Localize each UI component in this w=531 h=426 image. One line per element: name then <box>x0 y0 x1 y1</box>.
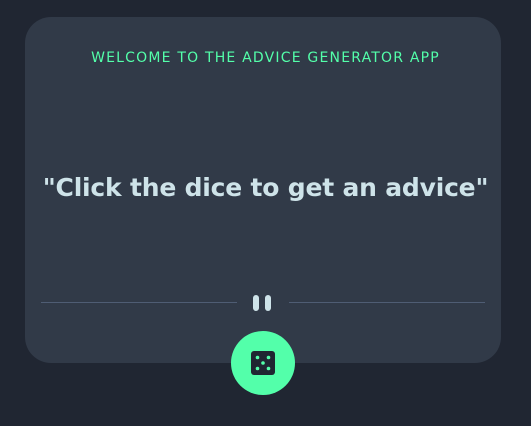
pause-icon <box>253 295 273 311</box>
pause-bar-right <box>265 295 271 311</box>
dice-icon <box>251 351 275 375</box>
dice-button[interactable] <box>231 331 295 395</box>
advice-heading: WELCOME TO THE ADVICE GENERATOR APP <box>91 50 440 66</box>
divider-right <box>289 302 485 303</box>
advice-quote: "Click the dice to get an advice" <box>42 173 489 202</box>
divider-left <box>41 302 237 303</box>
pause-bar-left <box>253 295 259 311</box>
